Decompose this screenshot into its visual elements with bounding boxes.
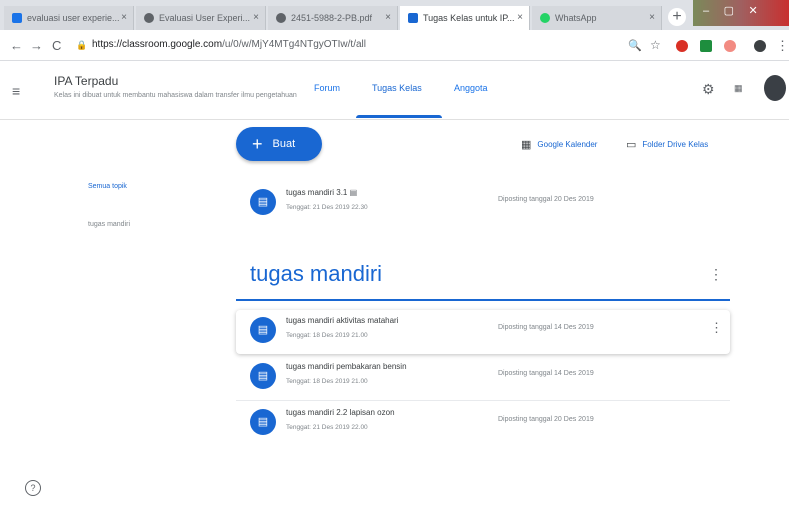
browser-tab[interactable]: WhatsApp × xyxy=(532,6,662,30)
tab-forum[interactable]: Forum xyxy=(314,83,340,93)
selected-tab-indicator xyxy=(356,115,442,118)
assignment-icon: ▤ xyxy=(250,189,276,215)
sidebar-topic-all[interactable]: Semua topik xyxy=(88,183,127,190)
close-icon[interactable]: × xyxy=(649,12,655,23)
assignment-due: Tenggat: 18 Des 2019 21.00 xyxy=(286,378,368,385)
close-icon[interactable]: × xyxy=(385,12,391,23)
globe-icon xyxy=(144,13,154,23)
assignment-icon: ▤ xyxy=(250,409,276,435)
assignment-posted: Diposting tanggal 14 Des 2019 xyxy=(498,324,594,331)
docs-icon xyxy=(12,13,22,23)
browser-tab-bar: evaluasi user experie... × Evaluasi User… xyxy=(0,0,789,30)
assignment-more-icon[interactable]: ⋮ xyxy=(710,320,723,336)
class-name[interactable]: IPA Terpadu xyxy=(54,74,118,88)
close-icon[interactable]: × xyxy=(253,12,259,23)
whatsapp-icon xyxy=(540,13,550,23)
reload-icon[interactable]: C xyxy=(52,38,61,53)
forward-icon[interactable]: → xyxy=(30,38,43,53)
profile-icon[interactable] xyxy=(754,40,766,52)
extension-icon[interactable] xyxy=(676,40,688,52)
menu-icon[interactable]: ≡ xyxy=(12,83,20,99)
assignment-due: Tenggat: 18 Des 2019 21.00 xyxy=(286,332,368,339)
settings-icon[interactable]: ⚙ xyxy=(702,81,715,98)
assignment-icon: ▤ xyxy=(250,317,276,343)
window-controls: – ▢ ✕ xyxy=(693,0,789,26)
back-icon[interactable]: ← xyxy=(10,38,23,53)
browser-toolbar: ← → C 🔒 https://classroom.google.com/u/0… xyxy=(0,30,789,61)
apps-grid-icon[interactable]: ▦ xyxy=(734,83,742,94)
help-icon[interactable]: ? xyxy=(25,480,41,496)
classroom-header: ≡ IPA Terpadu Kelas ini dibuat untuk mem… xyxy=(0,61,789,120)
lock-icon: 🔒 xyxy=(76,40,88,50)
new-tab-button[interactable]: + xyxy=(668,8,686,26)
star-icon[interactable]: ☆ xyxy=(650,38,661,52)
browser-tab-active[interactable]: Tugas Kelas untuk IP... × xyxy=(400,6,530,30)
assignment-item[interactable]: ▤ tugas mandiri 2.2 lapisan ozon Tenggat… xyxy=(236,402,730,446)
browser-tab[interactable]: 2451-5988-2-PB.pdf × xyxy=(268,6,398,30)
comment-icon: ▤ xyxy=(349,188,358,197)
assignment-posted: Diposting tanggal 14 Des 2019 xyxy=(498,370,594,377)
maximize-icon[interactable]: ▢ xyxy=(724,5,734,17)
sidebar-topic-tugas-mandiri[interactable]: tugas mandiri xyxy=(88,221,130,228)
zoom-icon[interactable]: 🔍 xyxy=(628,39,642,52)
class-description: Kelas ini dibuat untuk membantu mahasisw… xyxy=(54,92,297,99)
assignment-posted: Diposting tanggal 20 Des 2019 xyxy=(498,196,594,203)
assignment-title: tugas mandiri 3.1 ▤ xyxy=(286,188,358,197)
assignment-title: tugas mandiri pembakaran bensin xyxy=(286,362,407,371)
globe-icon xyxy=(276,13,286,23)
divider xyxy=(236,400,730,401)
calendar-icon: ▦ xyxy=(521,139,532,151)
extension-icon[interactable] xyxy=(724,40,736,52)
assignment-item[interactable]: ▤ tugas mandiri aktivitas matahari Tengg… xyxy=(236,310,730,354)
avatar[interactable] xyxy=(764,75,786,101)
create-button[interactable]: + Buat xyxy=(236,127,322,161)
assignment-title: tugas mandiri aktivitas matahari xyxy=(286,316,399,325)
assignment-item[interactable]: ▤ tugas mandiri pembakaran bensin Tengga… xyxy=(236,356,730,400)
google-calendar-link[interactable]: ▦ Google Kalender xyxy=(521,138,597,151)
topic-divider xyxy=(236,299,730,301)
close-icon[interactable]: × xyxy=(121,12,127,23)
topic-heading: tugas mandiri xyxy=(250,261,383,286)
browser-tab[interactable]: Evaluasi User Experi... × xyxy=(136,6,266,30)
tab-tugas-kelas[interactable]: Tugas Kelas xyxy=(372,83,422,93)
assignment-posted: Diposting tanggal 20 Des 2019 xyxy=(498,416,594,423)
assignment-due: Tenggat: 21 Des 2019 22.30 xyxy=(286,204,368,211)
drive-folder-link[interactable]: ▭ Folder Drive Kelas xyxy=(626,138,708,151)
extension-icon[interactable] xyxy=(700,40,712,52)
folder-icon: ▭ xyxy=(626,139,637,151)
browser-tab[interactable]: evaluasi user experie... × xyxy=(4,6,134,30)
assignment-item[interactable]: ▤ tugas mandiri 3.1 ▤ Tenggat: 21 Des 20… xyxy=(236,182,730,226)
close-window-icon[interactable]: ✕ xyxy=(748,5,757,17)
assignment-icon: ▤ xyxy=(250,363,276,389)
close-icon[interactable]: × xyxy=(517,12,523,23)
minimize-icon[interactable]: – xyxy=(703,5,709,17)
address-bar[interactable]: https://classroom.google.com/u/0/w/MjY4M… xyxy=(92,35,652,55)
classroom-icon xyxy=(408,13,418,23)
browser-menu-icon[interactable]: ⋮ xyxy=(776,38,789,54)
topic-more-icon[interactable]: ⋮ xyxy=(709,266,723,283)
assignment-due: Tenggat: 21 Des 2019 22.00 xyxy=(286,424,368,431)
plus-icon: + xyxy=(252,134,263,154)
assignment-title: tugas mandiri 2.2 lapisan ozon xyxy=(286,408,395,417)
tab-anggota[interactable]: Anggota xyxy=(454,83,488,93)
